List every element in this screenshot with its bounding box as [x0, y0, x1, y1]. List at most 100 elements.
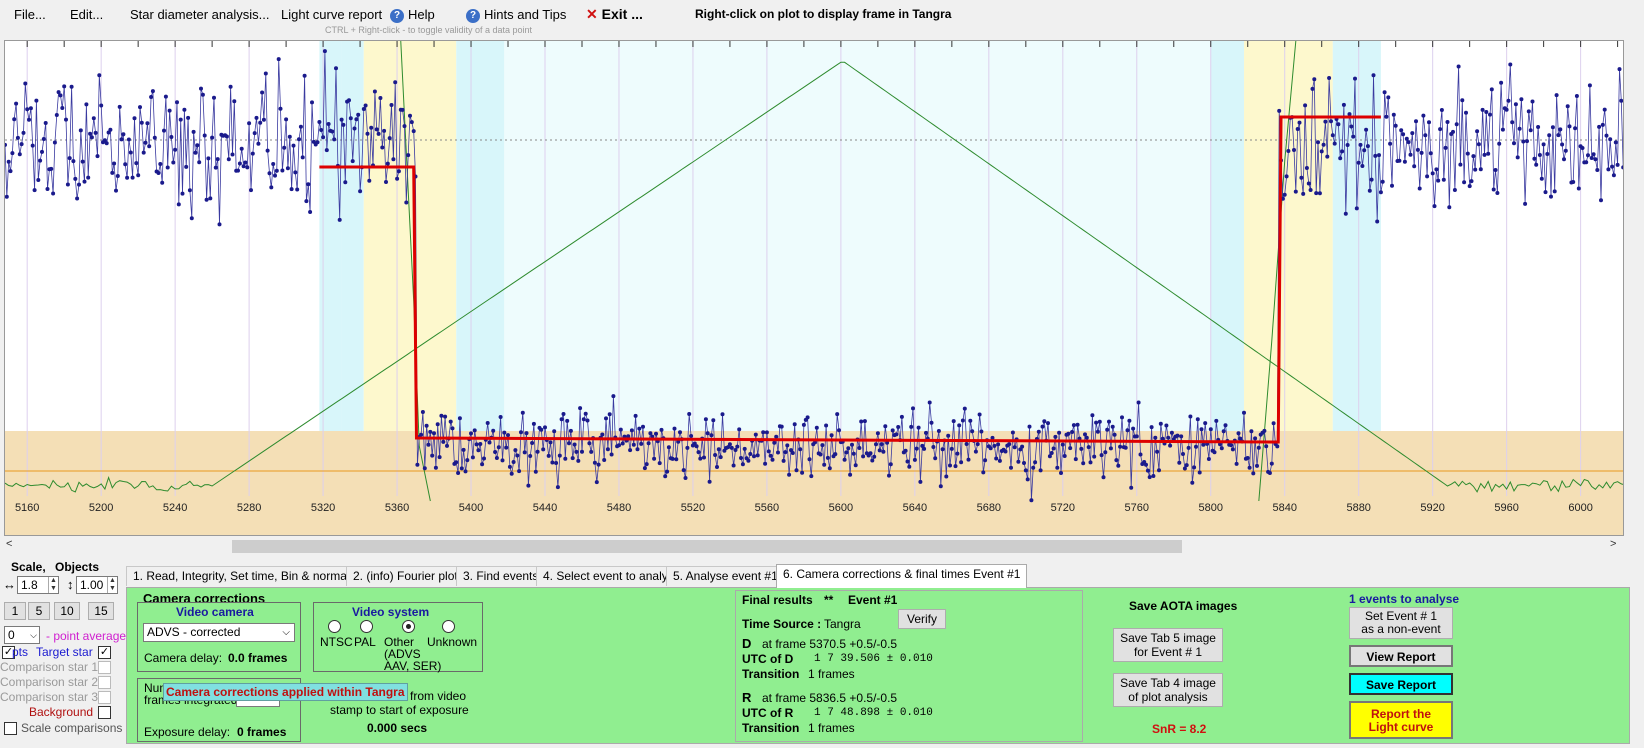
btn-10[interactable]: 10	[54, 602, 80, 620]
data-point	[567, 441, 571, 446]
data-point	[384, 180, 388, 184]
data-point	[611, 394, 616, 399]
scroll-right-icon[interactable]: >	[1610, 538, 1616, 550]
tab-camera-corrections[interactable]: 6. Camera corrections & final times Even…	[776, 564, 1028, 588]
scroll-left-icon[interactable]: <	[6, 538, 12, 550]
tab-select-event[interactable]: 4. Select event to analyse	[536, 566, 688, 586]
spinner-arrows-icon[interactable]: ▲ ▼	[48, 577, 58, 593]
data-point	[652, 456, 657, 461]
data-point	[58, 93, 63, 98]
data-point	[1149, 425, 1154, 430]
data-point	[1375, 219, 1380, 224]
pal-radio[interactable]	[360, 620, 373, 633]
tab-read[interactable]: 1. Read, Integrity, Set time, Bin & norm…	[126, 566, 372, 586]
data-point	[1138, 452, 1143, 457]
x-tick-label: 5480	[607, 502, 631, 514]
save-tab4-button[interactable]: Save Tab 4 image of plot analysis	[1113, 673, 1223, 707]
data-point	[546, 453, 551, 458]
data-point	[1042, 419, 1047, 424]
ntsc-radio[interactable]	[328, 620, 341, 633]
tab-find-events[interactable]: 3. Find events	[456, 566, 546, 586]
r-label: R	[742, 690, 752, 705]
btn-1[interactable]: 1	[4, 602, 26, 620]
report-light-curve-button[interactable]: Report the Light curve	[1349, 701, 1453, 739]
spinner-arrows-icon[interactable]: ▲ ▼	[107, 577, 117, 593]
save-tab5-button[interactable]: Save Tab 5 image for Event # 1	[1113, 628, 1223, 662]
scale-x-spinner[interactable]: 1.8 ▲ ▼	[17, 576, 59, 594]
camera-select[interactable]: ADVS - corrected ⌵	[143, 623, 295, 642]
data-point	[239, 146, 244, 151]
data-point	[1151, 474, 1156, 478]
data-point	[1589, 156, 1594, 160]
data-point	[1597, 124, 1602, 129]
plot-scrollbar[interactable]: < >	[0, 538, 1624, 555]
data-point	[43, 121, 48, 125]
plot-canvas[interactable]: 5160 5200 5240 5280 5320 5360 5400 5440 5480 5520…	[5, 41, 1624, 536]
comparison-star-3-label: Comparison star 3	[0, 690, 99, 704]
menu-star-diameter[interactable]: Star diameter analysis...	[130, 7, 269, 22]
menu-hints[interactable]: ? Hints and Tips	[466, 7, 566, 23]
comparison-star-1-checkbox[interactable]	[98, 661, 111, 674]
data-point	[317, 120, 322, 124]
ntsc-label: NTSC	[320, 635, 353, 649]
target-star-checkbox[interactable]: ✓	[98, 646, 111, 659]
data-point	[894, 432, 899, 437]
data-point	[230, 152, 235, 157]
data-point	[1399, 128, 1404, 133]
data-point	[1362, 148, 1367, 153]
set-non-event-button[interactable]: Set Event # 1 as a non-event	[1349, 607, 1453, 639]
data-point	[888, 462, 893, 467]
comparison-star-3-checkbox[interactable]	[98, 691, 111, 704]
data-point	[1550, 125, 1555, 130]
other-radio[interactable]	[402, 620, 415, 633]
data-point	[150, 89, 155, 94]
menu-help[interactable]: ? Help	[390, 7, 435, 23]
scale-comparisons-label: Scale comparisons	[21, 721, 123, 735]
background-checkbox[interactable]	[98, 706, 111, 719]
data-point	[905, 459, 910, 464]
view-report-button[interactable]: View Report	[1349, 645, 1453, 667]
tab-analyse-event[interactable]: 5. Analyse event #1	[666, 566, 785, 586]
point-average-label: - point average	[46, 629, 127, 643]
final-results-group: Final results ** Event #1 Time Source : …	[735, 590, 1083, 742]
menu-file[interactable]: File...	[14, 7, 46, 22]
data-point	[953, 464, 958, 469]
data-point	[1517, 126, 1522, 131]
point-average-select[interactable]: 0 ⌵	[4, 626, 40, 644]
data-point	[1230, 447, 1235, 452]
comparison-star-2-checkbox[interactable]	[98, 676, 111, 689]
data-point	[1436, 178, 1441, 183]
data-point	[868, 451, 873, 456]
btn-5[interactable]: 5	[28, 602, 50, 620]
menu-light-curve-report[interactable]: Light curve report	[281, 7, 382, 22]
data-point	[1297, 120, 1302, 125]
objects-label: Objects	[55, 560, 100, 574]
final-results-title: Final results	[742, 593, 813, 607]
data-point	[162, 128, 166, 133]
btn-15[interactable]: 15	[88, 602, 114, 620]
final-results-stars: **	[824, 593, 834, 607]
menu-edit[interactable]: Edit...	[70, 7, 103, 22]
save-report-button[interactable]: Save Report	[1349, 673, 1453, 695]
data-point	[1486, 151, 1491, 156]
scroll-thumb[interactable]	[232, 540, 1182, 553]
data-point	[687, 412, 692, 416]
verify-button[interactable]: Verify	[898, 609, 946, 629]
menu-exit[interactable]: ✕ Exit ...	[586, 6, 643, 23]
tab-fourier[interactable]: 2. (info) Fourier plot	[346, 566, 465, 586]
data-point	[496, 445, 501, 450]
unknown-radio[interactable]	[442, 620, 455, 633]
light-curve-plot[interactable]: 5160 5200 5240 5280 5320 5360 5400 5440 5480 5520…	[4, 40, 1624, 536]
x-tick-label: 5640	[903, 502, 927, 514]
data-point	[361, 107, 366, 111]
data-point	[907, 464, 912, 469]
data-point	[376, 131, 381, 136]
scale-y-spinner[interactable]: 1.00 ▲ ▼	[76, 576, 118, 594]
scale-comparisons-checkbox[interactable]	[4, 722, 17, 735]
data-point	[1417, 186, 1422, 191]
x-tick-label: 6000	[1568, 502, 1592, 514]
data-point	[1351, 134, 1356, 139]
data-point	[143, 140, 148, 145]
data-point	[718, 455, 723, 460]
data-point	[1303, 103, 1308, 108]
